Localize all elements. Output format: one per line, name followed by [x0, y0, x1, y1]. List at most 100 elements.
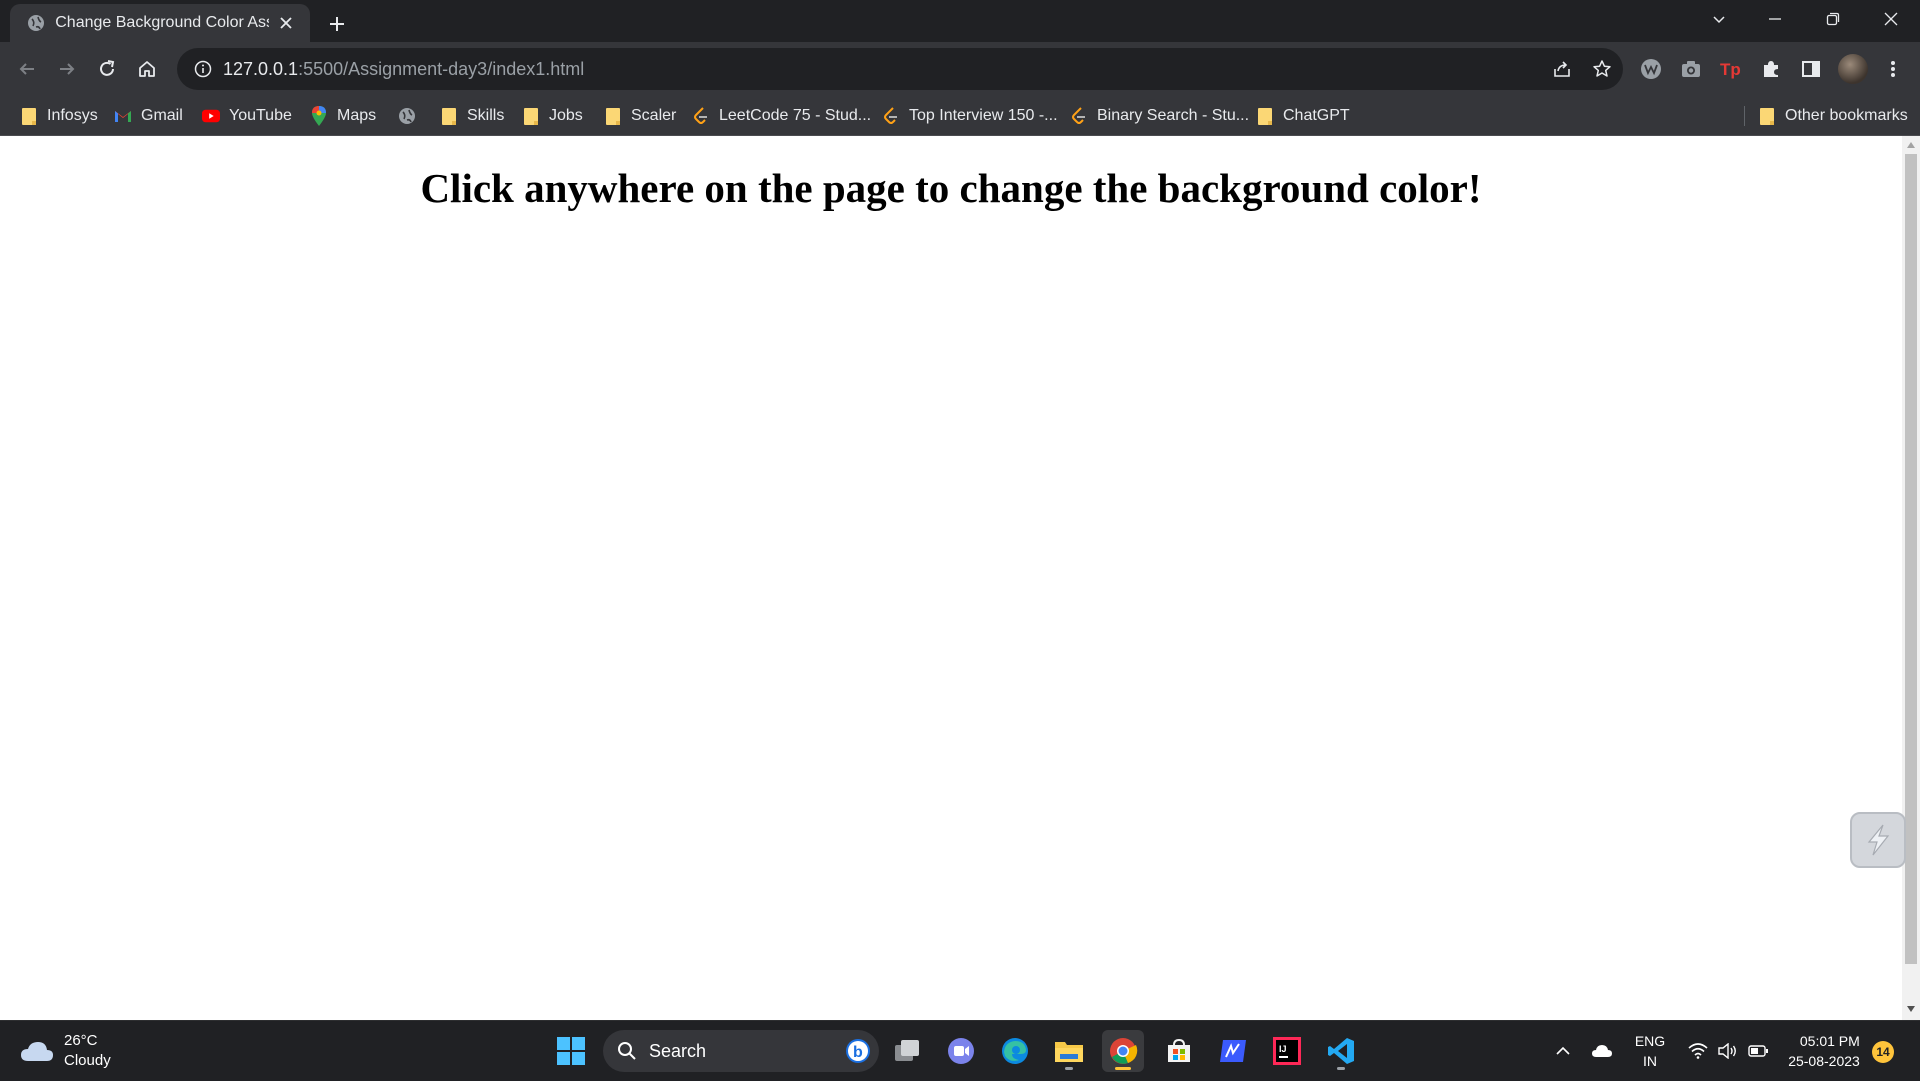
- region-code: IN: [1643, 1053, 1657, 1069]
- tp-extension-icon[interactable]: Tp: [1716, 54, 1746, 84]
- folder-icon: [1256, 107, 1274, 125]
- bookmark-youtube[interactable]: YouTube: [202, 104, 292, 128]
- edge-icon[interactable]: [994, 1030, 1036, 1072]
- svg-text:Tp: Tp: [1720, 60, 1741, 79]
- side-panel-icon[interactable]: [1796, 54, 1826, 84]
- bookmark-leetcode-75[interactable]: LeetCode 75 - Stud...: [692, 104, 871, 128]
- lightning-icon: [1867, 824, 1890, 856]
- bookmark-infosys[interactable]: Infosys: [20, 104, 98, 128]
- camera-icon[interactable]: [1676, 54, 1706, 84]
- browser-tab-active[interactable]: Change Background Color Assignment: [10, 4, 310, 42]
- windows-logo-icon: [557, 1037, 585, 1065]
- microsoft-store-icon[interactable]: [1158, 1030, 1200, 1072]
- page-viewport[interactable]: Click anywhere on the page to change the…: [0, 136, 1902, 1020]
- url-text: 127.0.0.1:5500/Assignment-day3/index1.ht…: [223, 59, 584, 80]
- site-info-icon[interactable]: [183, 60, 223, 78]
- clock-time: 05:01 PM: [1799, 1033, 1860, 1049]
- bookmark-label: YouTube: [229, 107, 292, 124]
- battery-icon[interactable]: [1744, 1021, 1772, 1081]
- whiteboard-app-icon[interactable]: [1212, 1030, 1254, 1072]
- chrome-taskbar-icon[interactable]: [1102, 1030, 1144, 1072]
- scroll-up-arrow-icon[interactable]: [1907, 142, 1915, 148]
- show-hidden-icons-chevron-icon[interactable]: [1550, 1021, 1576, 1081]
- vscode-icon[interactable]: [1320, 1030, 1362, 1072]
- url-path: :5500/Assignment-day3/index1.html: [298, 58, 585, 79]
- address-bar[interactable]: 127.0.0.1:5500/Assignment-day3/index1.ht…: [177, 48, 1623, 90]
- url-host: 127.0.0.1: [223, 58, 299, 79]
- vertical-scrollbar[interactable]: [1902, 136, 1920, 1020]
- weather-widget[interactable]: 26°C Cloudy: [20, 1031, 111, 1071]
- home-button[interactable]: [132, 54, 162, 84]
- onedrive-cloud-icon[interactable]: [1586, 1021, 1618, 1081]
- bookmark-binary-search[interactable]: Binary Search - Stu...: [1070, 104, 1249, 128]
- input-language-indicator[interactable]: ENG IN: [1628, 1021, 1672, 1081]
- scrollbar-thumb[interactable]: [1905, 154, 1917, 964]
- scroll-down-arrow-icon[interactable]: [1907, 1006, 1915, 1012]
- kebab-menu-icon[interactable]: [1878, 54, 1908, 84]
- bookmark-scaler[interactable]: Scaler: [604, 104, 676, 128]
- task-view-icon[interactable]: [886, 1030, 928, 1072]
- bookmark-label: Infosys: [47, 107, 98, 124]
- puzzle-extensions-icon[interactable]: [1756, 54, 1786, 84]
- globe-icon: [26, 13, 45, 33]
- bookmark-label: LeetCode 75 - Stud...: [719, 107, 872, 124]
- taskbar-search[interactable]: Search b: [603, 1030, 879, 1072]
- forward-button[interactable]: [52, 54, 82, 84]
- tab-title: Change Background Color Assignment: [55, 14, 269, 31]
- weather-text: 26°C Cloudy: [64, 1031, 111, 1071]
- other-bookmarks[interactable]: Other bookmarks: [1758, 104, 1908, 128]
- intellij-idea-icon[interactable]: IJ: [1266, 1030, 1308, 1072]
- bookmarks-separator: [1744, 106, 1745, 126]
- profile-avatar[interactable]: [1838, 54, 1868, 84]
- system-clock[interactable]: 05:01 PM 25-08-2023: [1782, 1021, 1866, 1081]
- other-bookmarks-label: Other bookmarks: [1785, 107, 1908, 124]
- back-button[interactable]: [12, 54, 42, 84]
- globe-icon: [398, 107, 416, 125]
- running-indicator: [1337, 1067, 1345, 1070]
- start-button[interactable]: [550, 1030, 592, 1072]
- bookmark-globe[interactable]: [398, 104, 425, 128]
- floating-lightning-widget[interactable]: [1850, 812, 1906, 868]
- bookmark-label: Scaler: [631, 107, 677, 124]
- folder-icon: [522, 107, 540, 125]
- extension-w-icon[interactable]: [1636, 54, 1666, 84]
- bookmark-label: Top Interview 150 -...: [909, 107, 1058, 124]
- file-explorer-icon[interactable]: [1048, 1030, 1090, 1072]
- svg-text:IJ: IJ: [1279, 1044, 1287, 1054]
- bookmark-label: Skills: [467, 107, 505, 124]
- search-icon: [618, 1042, 636, 1060]
- share-icon[interactable]: [1547, 54, 1577, 84]
- bookmark-jobs[interactable]: Jobs: [522, 104, 583, 128]
- new-tab-button[interactable]: [322, 9, 352, 39]
- bookmark-label: Binary Search - Stu...: [1097, 107, 1250, 124]
- minimize-button[interactable]: [1746, 0, 1804, 38]
- tab-search-chevron-icon[interactable]: [1690, 0, 1748, 38]
- bookmark-skills[interactable]: Skills: [440, 104, 504, 128]
- search-label: Search: [649, 1040, 707, 1061]
- bookmark-chatgpt[interactable]: ChatGPT: [1256, 104, 1350, 128]
- restore-button[interactable]: [1804, 0, 1862, 38]
- bookmark-gmail[interactable]: Gmail: [114, 104, 183, 128]
- language-code: ENG: [1634, 1033, 1666, 1049]
- windows-taskbar: 26°C Cloudy Search b IJ ENG IN 05:01 PM …: [0, 1020, 1920, 1080]
- volume-icon[interactable]: [1714, 1021, 1742, 1081]
- bookmark-maps[interactable]: Maps: [310, 104, 376, 128]
- notification-badge[interactable]: 14: [1872, 1041, 1894, 1063]
- cloud-icon: [21, 1042, 53, 1061]
- close-tab-icon[interactable]: [275, 11, 298, 35]
- wifi-icon[interactable]: [1684, 1021, 1712, 1081]
- leetcode-icon: [882, 107, 900, 125]
- bookmark-label: Gmail: [141, 107, 183, 124]
- maps-icon: [310, 106, 328, 126]
- bookmark-label: Maps: [337, 107, 377, 124]
- reload-button[interactable]: [92, 54, 122, 84]
- teams-chat-icon[interactable]: [940, 1030, 982, 1072]
- close-window-button[interactable]: [1862, 0, 1920, 38]
- browser-toolbar: 127.0.0.1:5500/Assignment-day3/index1.ht…: [0, 42, 1920, 96]
- bookmark-top-interview-150[interactable]: Top Interview 150 -...: [882, 104, 1058, 128]
- folder-icon: [20, 107, 38, 125]
- page-heading: Click anywhere on the page to change the…: [420, 165, 1482, 211]
- weather-condition: Cloudy: [64, 1052, 111, 1069]
- running-indicator: [1115, 1067, 1131, 1070]
- bookmark-star-icon[interactable]: [1587, 54, 1617, 84]
